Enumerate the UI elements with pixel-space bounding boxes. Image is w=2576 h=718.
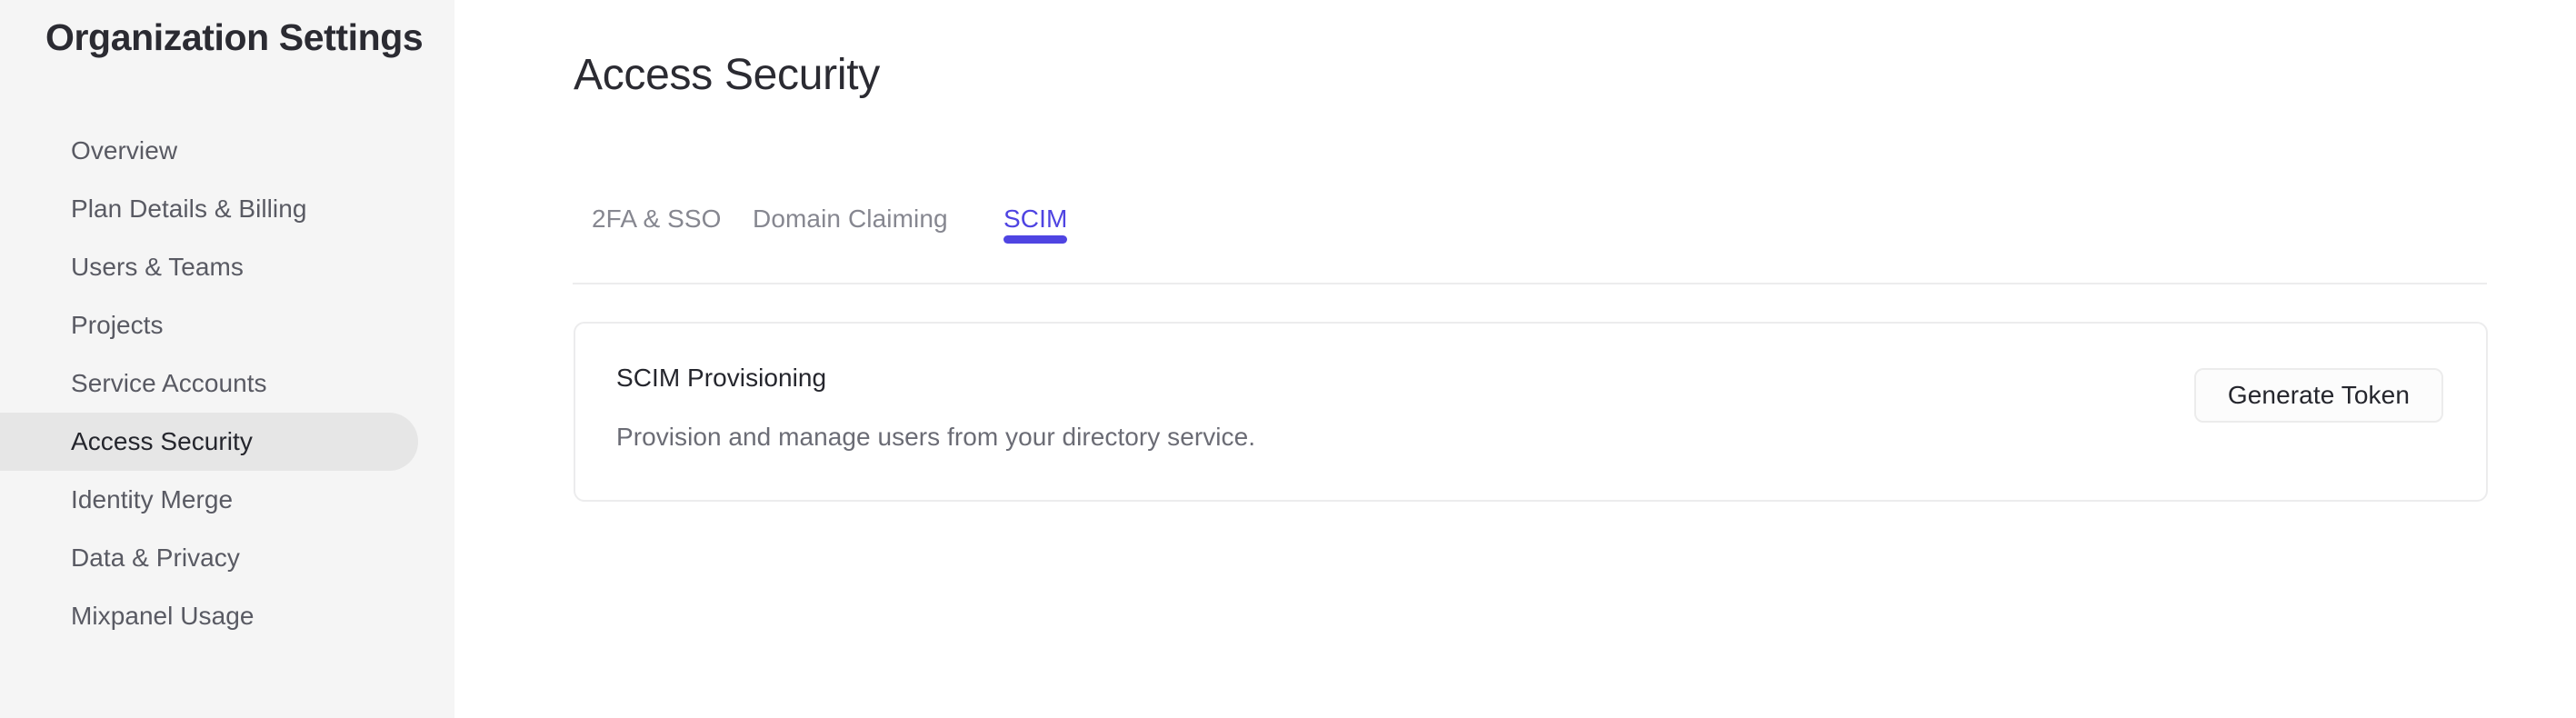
main-content: Access Security 2FA & SSO Domain Claimin… <box>454 0 2576 718</box>
sidebar-item-plan-details-billing[interactable]: Plan Details & Billing <box>0 180 454 238</box>
sidebar-item-data-privacy[interactable]: Data & Privacy <box>0 529 454 587</box>
sidebar-title: Organization Settings <box>45 16 423 59</box>
tab-domain-claiming[interactable]: Domain Claiming <box>753 204 948 243</box>
sidebar-item-label: Identity Merge <box>71 485 233 514</box>
sidebar-item-label: Service Accounts <box>71 369 267 398</box>
sidebar-item-label: Users & Teams <box>71 253 244 282</box>
sidebar-item-label: Data & Privacy <box>71 543 240 573</box>
sidebar-item-overview[interactable]: Overview <box>0 122 454 180</box>
generate-token-button[interactable]: Generate Token <box>2194 368 2443 423</box>
tab-label: SCIM <box>1003 204 1067 233</box>
card-description: Provision and manage users from your dir… <box>616 423 2445 452</box>
sidebar-item-label: Projects <box>71 311 164 340</box>
sidebar-item-service-accounts[interactable]: Service Accounts <box>0 354 454 413</box>
sidebar-item-label: Overview <box>71 136 177 165</box>
sidebar-item-identity-merge[interactable]: Identity Merge <box>0 471 454 529</box>
scim-provisioning-card: SCIM Provisioning Provision and manage u… <box>574 322 2488 502</box>
card-heading: SCIM Provisioning <box>616 364 2445 393</box>
sidebar-item-users-teams[interactable]: Users & Teams <box>0 238 454 296</box>
sidebar-item-projects[interactable]: Projects <box>0 296 454 354</box>
sidebar-item-label: Plan Details & Billing <box>71 194 306 224</box>
sidebar-item-label: Mixpanel Usage <box>71 602 254 631</box>
tab-label: Domain Claiming <box>753 204 948 233</box>
tab-2fa-sso[interactable]: 2FA & SSO <box>592 204 722 243</box>
active-tab-indicator <box>1003 235 1067 244</box>
sidebar-item-mixpanel-usage[interactable]: Mixpanel Usage <box>0 587 454 645</box>
organization-settings-page: Organization Settings Overview Plan Deta… <box>0 0 2576 718</box>
sidebar-item-access-security[interactable]: Access Security <box>0 413 454 471</box>
tab-bar: 2FA & SSO Domain Claiming SCIM <box>573 204 2487 284</box>
tab-label: 2FA & SSO <box>592 204 722 233</box>
settings-sidebar: Organization Settings Overview Plan Deta… <box>0 0 454 718</box>
card-action-area: Generate Token <box>2194 368 2443 423</box>
page-title: Access Security <box>574 50 880 100</box>
sidebar-item-label: Access Security <box>71 427 253 456</box>
card-body: SCIM Provisioning Provision and manage u… <box>616 364 2445 452</box>
sidebar-nav: Overview Plan Details & Billing Users & … <box>0 122 454 645</box>
tab-scim[interactable]: SCIM <box>1003 204 1067 243</box>
